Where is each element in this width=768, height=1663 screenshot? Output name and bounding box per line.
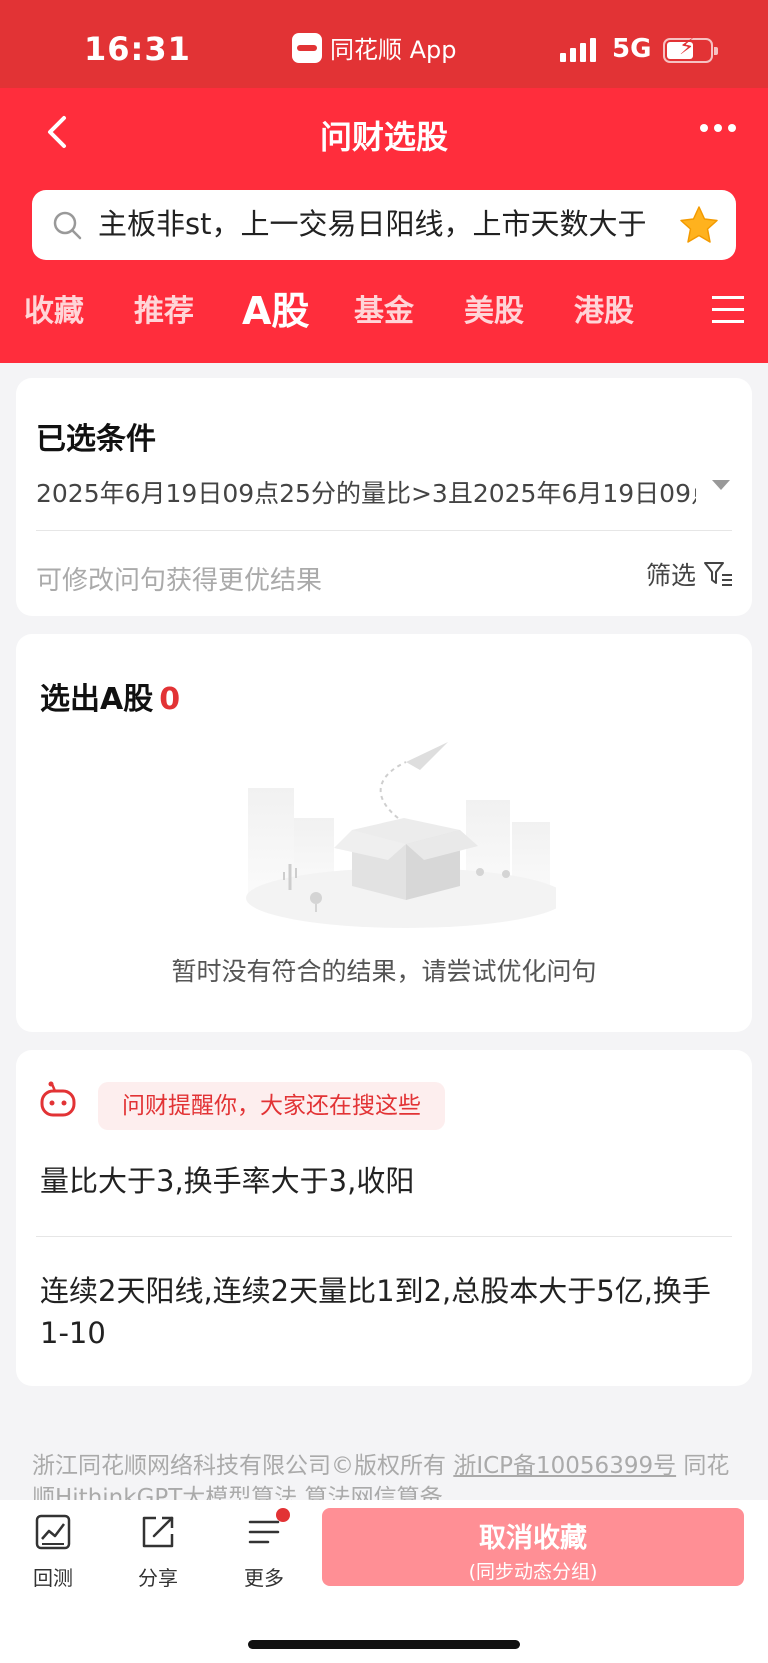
bottom-action-bar: 回测 分享 更多 取消收藏 (同步动态分组): [0, 1500, 768, 1663]
tab-favorites[interactable]: 收藏: [24, 286, 84, 330]
filter-button[interactable]: 筛选: [646, 556, 734, 592]
chevron-down-icon[interactable]: [712, 480, 730, 490]
cancel-favorite-button[interactable]: 取消收藏 (同步动态分组): [322, 1508, 744, 1586]
cancel-favorite-sublabel: (同步动态分组): [468, 1561, 598, 1583]
menu-icon[interactable]: [712, 296, 744, 326]
tab-recommended[interactable]: 推荐: [134, 286, 194, 330]
notification-dot: [276, 1508, 290, 1522]
robot-icon: [40, 1081, 76, 1117]
category-tabs: 收藏 推荐 A股 基金 美股 港股: [0, 286, 768, 346]
app-name: 同花顺 App: [330, 36, 457, 64]
search-bar[interactable]: 主板非st，上一交易日阳线，上市天数大于: [32, 190, 736, 260]
chart-icon: [35, 1514, 71, 1550]
suggestion-item[interactable]: 量比大于3,换手率大于3,收阳: [40, 1160, 730, 1202]
modify-hint: 可修改问句获得更优结果: [36, 566, 323, 596]
home-indicator[interactable]: [248, 1640, 520, 1649]
status-time: 16:31: [84, 30, 191, 68]
footer-copyright: 浙江同花顺网络科技有限公司©版权所有: [32, 1453, 446, 1479]
backtest-label: 回测: [33, 1566, 73, 1590]
filter-label: 筛选: [646, 561, 697, 590]
tab-funds[interactable]: 基金: [354, 286, 414, 330]
selected-conditions-card: 已选条件 2025年6月19日09点25分的量比>3且2025年6月19日09点…: [16, 378, 752, 616]
battery-icon: ⚡: [663, 37, 718, 63]
header: 问财选股 主板非st，上一交易日阳线，上市天数大于 收藏 推荐 A股 基金 美股…: [0, 88, 768, 363]
reminder-bubble: 问财提醒你，大家还在搜这些: [98, 1082, 445, 1130]
results-label: 选出A股: [40, 682, 154, 717]
status-bar: 16:31 同花顺 App 5G ⚡: [0, 0, 768, 88]
app-tag[interactable]: 同花顺 App: [292, 30, 457, 65]
footer: 浙江同花顺网络科技有限公司©版权所有 浙ICP备10056399号 同花顺Hit…: [32, 1450, 742, 1500]
results-count: 0: [159, 682, 181, 717]
more-label: 更多: [244, 1566, 284, 1590]
icp-link[interactable]: 浙ICP备10056399号: [453, 1453, 676, 1479]
share-label: 分享: [138, 1566, 178, 1590]
share-button[interactable]: 分享: [118, 1512, 198, 1591]
conditions-text[interactable]: 2025年6月19日09点25分的量比>3且2025年6月19日09点: [36, 474, 696, 510]
search-icon: [53, 211, 82, 240]
filter-icon: [704, 562, 733, 586]
suggestion-item[interactable]: 连续2天阳线,连续2天量比1到2,总股本大于5亿,换手1-10: [40, 1270, 730, 1354]
more-button[interactable]: 更多: [224, 1508, 304, 1591]
more-options-icon[interactable]: [700, 124, 736, 132]
tab-hk-stocks[interactable]: 港股: [574, 286, 634, 330]
star-icon[interactable]: [678, 204, 720, 246]
share-icon: [142, 1516, 174, 1548]
divider: [36, 530, 732, 531]
tab-us-stocks[interactable]: 美股: [464, 286, 524, 330]
search-input[interactable]: 主板非st，上一交易日阳线，上市天数大于: [98, 204, 700, 244]
cancel-favorite-label: 取消收藏: [479, 1523, 587, 1554]
network-type: 5G: [612, 34, 652, 64]
empty-box-illustration: [246, 742, 556, 928]
empty-message: 暂时没有符合的结果，请尝试优化问句: [171, 957, 597, 986]
page-title: 问财选股: [319, 118, 448, 156]
tab-a-shares[interactable]: A股: [242, 280, 309, 335]
results-title: 选出A股 0: [40, 674, 180, 718]
signal-icon: [560, 38, 596, 62]
suggestions-card: 问财提醒你，大家还在搜这些 量比大于3,换手率大于3,收阳 连续2天阳线,连续2…: [16, 1050, 752, 1386]
results-card: 选出A股 0 暂时没有符合的结果，请尝试优化问句: [16, 634, 752, 1032]
app-logo-icon: [292, 32, 322, 63]
conditions-title: 已选条件: [36, 422, 156, 457]
divider: [36, 1236, 732, 1237]
backtest-button[interactable]: 回测: [13, 1512, 93, 1591]
